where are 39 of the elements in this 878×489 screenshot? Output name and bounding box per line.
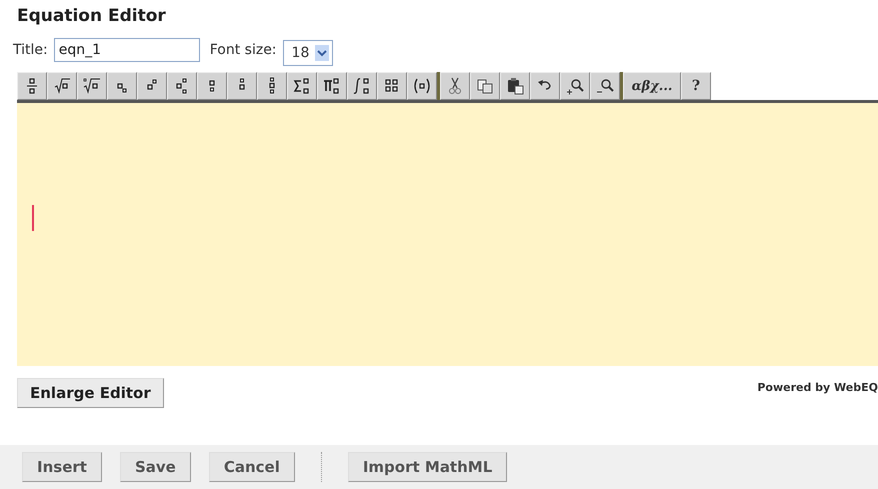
toolbar-button[interactable] [167,72,197,100]
toolbar-button[interactable] [107,72,137,100]
toolbar-button[interactable] [500,72,530,100]
action-button[interactable]: Save [120,452,191,482]
title-label: Title: [13,42,48,58]
toolbar-button[interactable] [560,72,590,100]
toolbar-button[interactable] [227,72,257,100]
toolbar-button[interactable] [590,72,620,100]
action-button[interactable]: Cancel [208,452,295,482]
toolbar-button[interactable] [377,72,407,100]
toolbar-button[interactable] [440,72,470,100]
separator [320,452,322,482]
paste-icon [505,76,525,96]
font-size-label: Font size: [210,42,277,58]
title-field[interactable]: eqn_1 [54,38,200,62]
enlarge-editor-button[interactable]: Enlarge Editor [17,378,164,408]
toolbar-button[interactable] [407,72,437,100]
toolbar-button[interactable] [77,72,107,100]
square-root-icon [52,76,72,96]
toolbar-button[interactable] [470,72,500,100]
toolbar-button[interactable] [530,72,560,100]
powered-by-text: Powered by WebEQ [757,381,878,394]
toolbar-button[interactable] [47,72,77,100]
nth-root-icon [82,76,102,96]
toolbar-button[interactable]: ? [681,72,711,100]
toolbar-button[interactable] [197,72,227,100]
parentheses-icon [412,76,432,96]
action-button[interactable]: Import MathML [348,452,508,482]
toolbar-button[interactable] [17,72,47,100]
action-button[interactable]: Insert [22,452,102,482]
toolbar-button[interactable] [257,72,287,100]
editor-heading: Equation Editor [17,6,167,28]
toolbar-button[interactable] [317,72,347,100]
toolbar-button[interactable] [137,72,167,100]
toolbar-button[interactable] [287,72,317,100]
text-cursor [32,205,34,231]
toolbar-button[interactable]: αβχ... [623,72,681,100]
toolbar-button[interactable] [347,72,377,100]
font-size-dropdown[interactable]: 18 [282,40,334,66]
